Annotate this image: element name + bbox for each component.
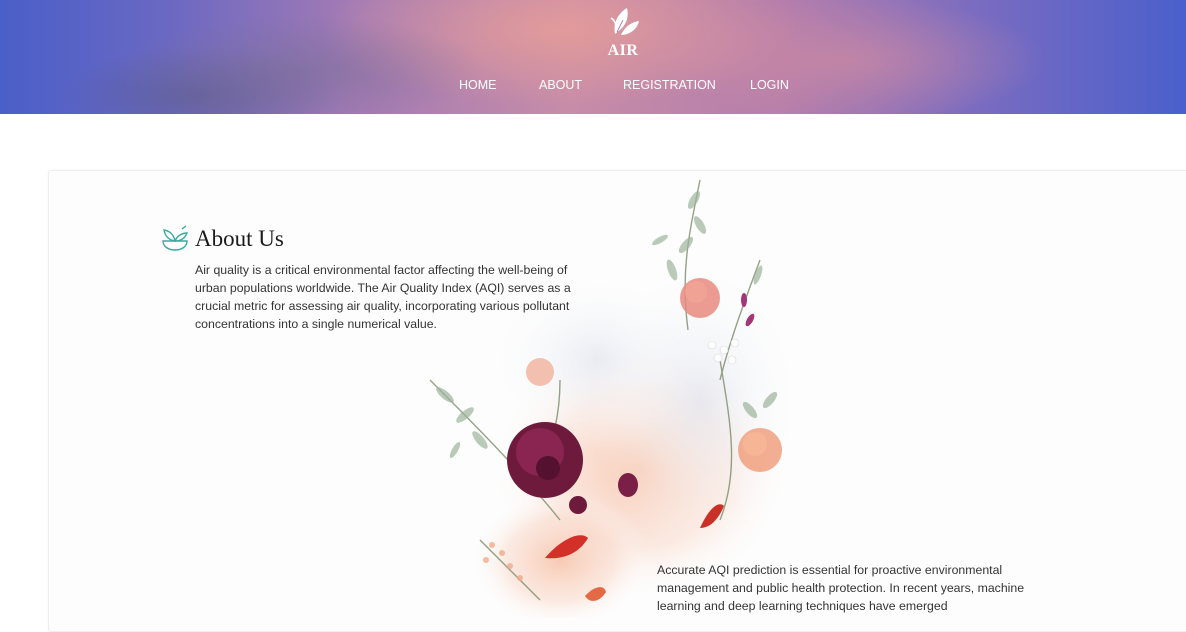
nav-login[interactable]: LOGIN [750, 78, 789, 92]
leaf-icon[interactable] [605, 4, 641, 40]
nav-about[interactable]: ABOUT [539, 78, 582, 92]
about-paragraph-2: Accurate AQI prediction is essential for… [657, 563, 1025, 613]
nav-home[interactable]: HOME [459, 78, 497, 92]
site-header: AIR HOME ABOUT REGISTRATION LOGIN [0, 0, 1186, 114]
brand-name[interactable]: AIR [592, 42, 654, 60]
about-paragraph-1: Air quality is a critical environmental … [195, 263, 571, 331]
nav-registration[interactable]: REGISTRATION [623, 78, 716, 92]
about-title: About Us [195, 226, 284, 251]
plant-bowl-icon [162, 225, 189, 251]
